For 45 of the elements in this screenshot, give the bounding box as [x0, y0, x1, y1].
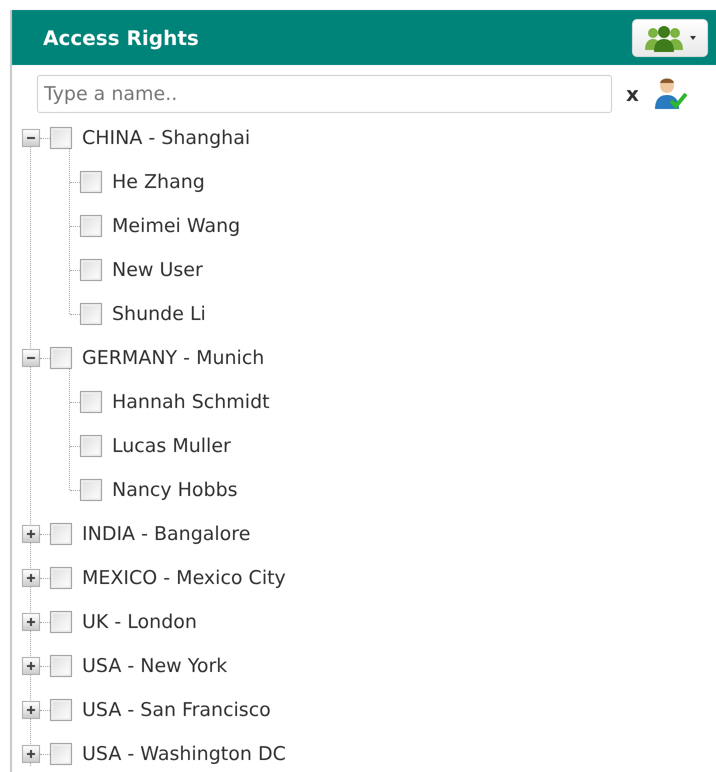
user-label: Shunde Li: [112, 303, 206, 325]
expand-icon[interactable]: [22, 613, 40, 631]
group-label: CHINA - Shanghai: [82, 127, 250, 149]
checkbox[interactable]: [50, 523, 72, 545]
checkbox[interactable]: [50, 611, 72, 633]
clear-button[interactable]: x: [622, 82, 643, 106]
collapse-icon[interactable]: [22, 349, 40, 367]
expand-icon[interactable]: [22, 569, 40, 587]
checkbox[interactable]: [50, 655, 72, 677]
checkbox[interactable]: [80, 479, 102, 501]
user-label: New User: [112, 259, 203, 281]
user-label: Meimei Wang: [112, 215, 240, 237]
expand-icon[interactable]: [22, 701, 40, 719]
caret-icon: [690, 36, 696, 40]
checkbox[interactable]: [80, 391, 102, 413]
checkbox[interactable]: [80, 259, 102, 281]
group-label: MEXICO - Mexico City: [82, 567, 286, 589]
collapse-icon[interactable]: [22, 129, 40, 147]
search-field[interactable]: Type a name..: [37, 75, 612, 113]
group-label: GERMANY - Munich: [82, 347, 264, 369]
expand-icon[interactable]: [22, 745, 40, 763]
users-icon: [644, 24, 684, 52]
group-label: UK - London: [82, 611, 197, 633]
checkbox[interactable]: [80, 435, 102, 457]
checkbox[interactable]: [50, 743, 72, 765]
checkbox[interactable]: [80, 303, 102, 325]
checkbox[interactable]: [50, 567, 72, 589]
checkbox[interactable]: [80, 215, 102, 237]
group-label: USA - San Francisco: [82, 699, 271, 721]
panel-title: Access Rights: [43, 26, 199, 50]
checkbox[interactable]: [80, 171, 102, 193]
group-label: USA - Washington DC: [82, 743, 286, 765]
expand-icon[interactable]: [22, 657, 40, 675]
checkbox[interactable]: [50, 347, 72, 369]
user-label: Lucas Muller: [112, 435, 231, 457]
user-label: Nancy Hobbs: [112, 479, 238, 501]
user-check-icon[interactable]: [652, 77, 687, 111]
users-menu-button[interactable]: [632, 18, 708, 56]
user-label: Hannah Schmidt: [112, 391, 270, 413]
checkbox[interactable]: [50, 699, 72, 721]
checkbox[interactable]: [50, 127, 72, 149]
user-label: He Zhang: [112, 171, 205, 193]
group-label: USA - New York: [82, 655, 228, 677]
group-label: INDIA - Bangalore: [82, 523, 250, 545]
expand-icon[interactable]: [22, 525, 40, 543]
